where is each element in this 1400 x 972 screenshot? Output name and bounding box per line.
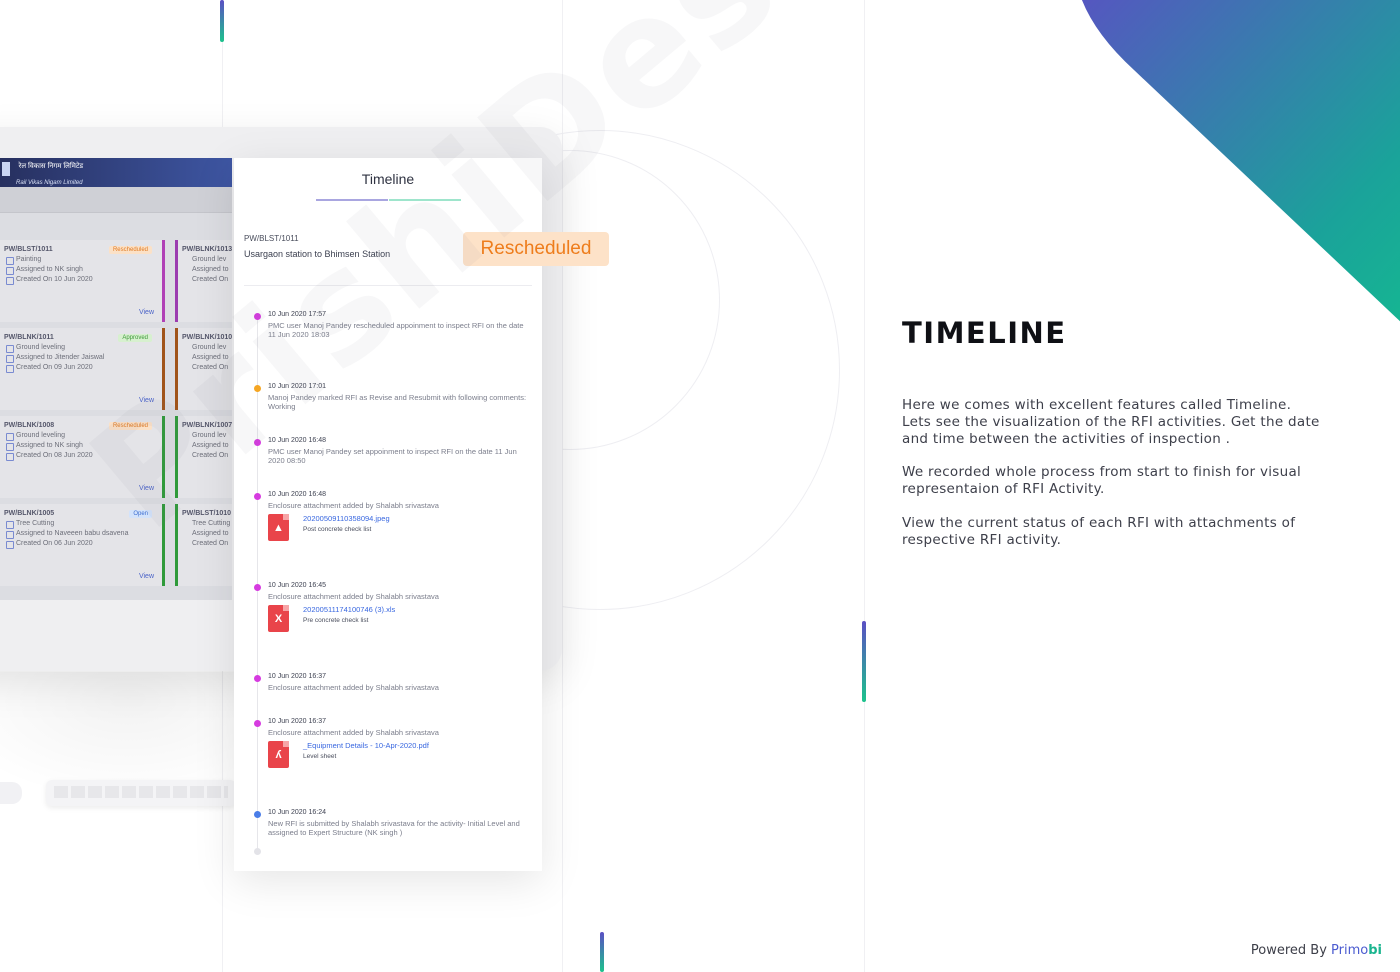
- timeline-dot: [254, 811, 261, 818]
- timeline-event: 10 Jun 2020 16:37 Enclosure attachment a…: [254, 673, 529, 692]
- timeline-dot: [254, 493, 261, 500]
- event-text: Enclosure attachment added by Shalabh sr…: [268, 501, 439, 510]
- page: रेल विकास निगम लिमिटेड Rail Vikas Nigam …: [0, 0, 1400, 972]
- timeline-event: 10 Jun 2020 16:48 Enclosure attachment a…: [254, 491, 529, 544]
- section-heading: TIMELINE: [902, 316, 1067, 350]
- attachment[interactable]: ʎ _Equipment Details - 10-Apr-2020.pdf L…: [268, 741, 529, 771]
- timeline-event: 10 Jun 2020 16:37 Enclosure attachment a…: [254, 718, 529, 771]
- brand-logo: bi: [1368, 943, 1382, 958]
- event-time: 10 Jun 2020 16:37: [268, 718, 326, 725]
- timeline-dot: [254, 720, 261, 727]
- accent-bar: [862, 621, 866, 702]
- event-text: Enclosure attachment added by Shalabh sr…: [268, 592, 439, 601]
- powered-by-footer: Powered By Primobi: [1251, 943, 1382, 958]
- timeline-event: 10 Jun 2020 16:45 Enclosure attachment a…: [254, 582, 529, 635]
- attachment-desc: Level sheet: [303, 753, 337, 760]
- bg-line: [864, 0, 865, 972]
- rfi-card-activity: Ground leveling: [4, 344, 158, 353]
- timeline-dot: [254, 584, 261, 591]
- rfi-card-activity: Painting: [4, 256, 158, 265]
- attachment-link[interactable]: 20200509110358094.jpeg: [303, 514, 390, 523]
- description-paragraph: Here we comes with excellent features ca…: [902, 397, 1320, 447]
- attachment-desc: Pre concrete check list: [303, 617, 369, 624]
- brand-name: Primo: [1331, 943, 1369, 958]
- event-time: 10 Jun 2020 16:48: [268, 491, 326, 498]
- powered-by-label: Powered By: [1250, 943, 1327, 958]
- rfi-card-created: Created On 06 Jun 2020: [4, 540, 158, 549]
- attachment-link[interactable]: _Equipment Details - 10-Apr-2020.pdf: [303, 741, 429, 750]
- rfi-card-activity: Tree Cutting: [4, 520, 158, 529]
- description-paragraph: We recorded whole process from start to …: [902, 464, 1302, 497]
- rfi-card-id: PW/BLNK/1013: [182, 246, 232, 253]
- accent-bar: [600, 932, 604, 972]
- decor-gradient-shape: [1082, 0, 1400, 322]
- description-paragraph: View the current status of each RFI with…: [902, 515, 1296, 548]
- pdf-file-icon: ʎ: [268, 741, 289, 768]
- view-link[interactable]: View: [139, 573, 154, 580]
- attachment-link[interactable]: 20200511174100746 (3).xls: [303, 605, 395, 614]
- accent-bar: [220, 0, 224, 42]
- keyboard: [46, 780, 236, 806]
- event-time: 10 Jun 2020 16:37: [268, 673, 326, 680]
- rfi-card-assignee: Assigned to Naveeen babu dsavena: [4, 530, 158, 539]
- status-badge: Rescheduled: [108, 246, 152, 254]
- org-name-hindi: रेल विकास निगम लिमिटेड: [18, 163, 84, 170]
- rfi-card-assignee: Assigned to: [192, 266, 229, 273]
- app-toolbar: [0, 187, 232, 213]
- org-name: Rail Vikas Nigam Limited: [16, 180, 83, 186]
- event-time: 10 Jun 2020 16:24: [268, 809, 326, 816]
- rfi-card-activity: Ground lev: [192, 256, 227, 263]
- excel-file-icon: X: [268, 605, 289, 632]
- attachment[interactable]: X 20200511174100746 (3).xls Pre concrete…: [268, 605, 529, 635]
- rfi-card-assignee: Assigned to NK singh: [4, 266, 158, 275]
- event-text: Enclosure attachment added by Shalabh sr…: [268, 728, 439, 737]
- event-time: 10 Jun 2020 16:45: [268, 582, 326, 589]
- timeline-dot: [254, 675, 261, 682]
- rvnl-logo-icon: [2, 162, 10, 176]
- mouse: [0, 782, 22, 804]
- rfi-card-created: Created On 10 Jun 2020: [4, 276, 158, 285]
- event-text: New RFI is submitted by Shalabh srivasta…: [268, 819, 520, 837]
- status-badge: Approved: [118, 334, 152, 342]
- timeline-end-dot: [254, 848, 261, 855]
- view-link[interactable]: View: [139, 309, 154, 316]
- rfi-card-created: Created On: [192, 276, 229, 283]
- attachment[interactable]: ▲ 20200509110358094.jpeg Post concrete c…: [268, 514, 529, 544]
- attachment-desc: Post concrete check list: [303, 526, 372, 533]
- timeline-event: 10 Jun 2020 16:24 New RFI is submitted b…: [254, 809, 529, 837]
- rfi-card[interactable]: PW/BLST/1011 Rescheduled Painting Assign…: [0, 240, 165, 322]
- app-header: रेल विकास निगम लिमिटेड Rail Vikas Nigam …: [0, 158, 232, 187]
- image-file-icon: ▲: [268, 514, 289, 541]
- rfi-card-assignee: Assigned to Jitender Jaiswal: [4, 354, 158, 363]
- event-text: Enclosure attachment added by Shalabh sr…: [268, 683, 439, 692]
